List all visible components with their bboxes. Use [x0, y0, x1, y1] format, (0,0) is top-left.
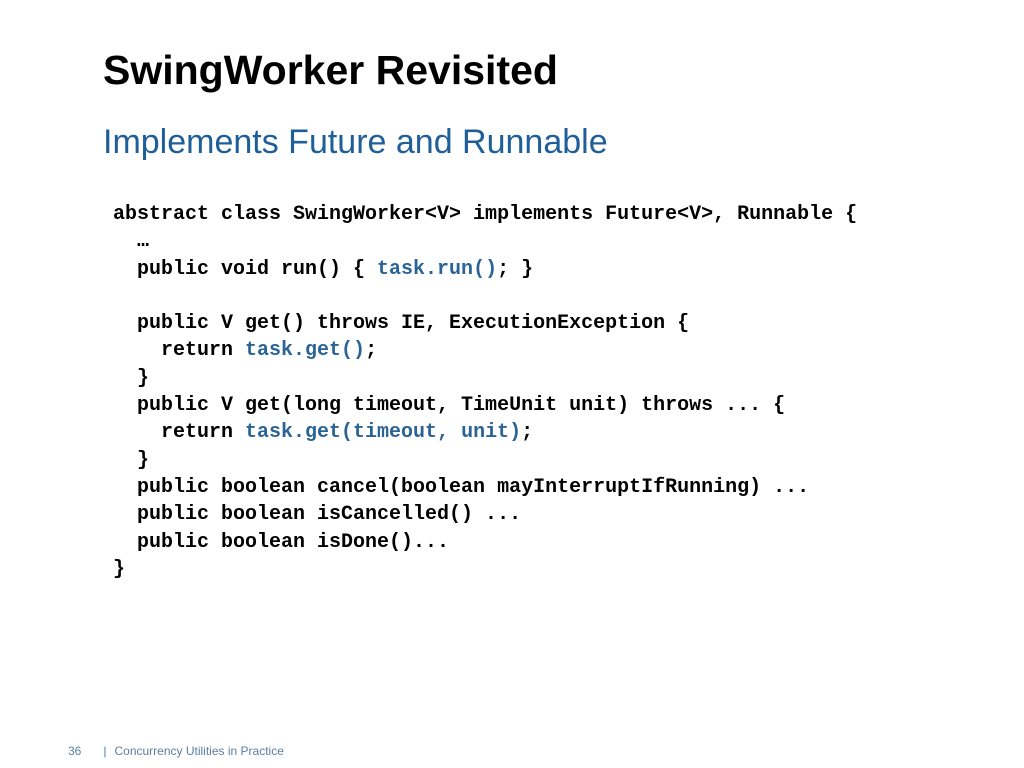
page-number: 36 [68, 744, 82, 758]
code-line: public boolean cancel(boolean mayInterru… [113, 474, 857, 501]
slide-subtitle: Implements Future and Runnable [103, 123, 608, 161]
code-text: return [113, 339, 246, 363]
footer: 36 | Concurrency Utilities in Practice [68, 743, 284, 759]
code-line: public boolean isDone()... [113, 529, 857, 556]
code-line: abstract class SwingWorker<V> implements… [113, 201, 857, 228]
code-text: abstract class SwingWorker<V> implements… [113, 203, 858, 226]
code-text: public boolean isDone()... [113, 530, 450, 554]
code-text: } [113, 557, 126, 581]
slide-title: SwingWorker Revisited [103, 47, 558, 93]
code-text: public boolean cancel(boolean mayInterru… [113, 475, 810, 499]
code-text: ; [365, 339, 378, 363]
code-text: public void run() { [113, 257, 378, 281]
code-highlight: task.get() [245, 339, 366, 363]
slide: SwingWorker Revisited Implements Future … [0, 0, 1024, 768]
code-text: } [113, 448, 150, 472]
code-block: abstract class SwingWorker<V> implements… [113, 201, 857, 583]
code-highlight: task.run() [377, 257, 498, 281]
code-line: public V get() throws IE, ExecutionExcep… [113, 310, 857, 337]
footer-separator: | [103, 744, 107, 758]
code-text: return [113, 421, 246, 445]
code-text: } [113, 366, 150, 390]
code-line: } [113, 365, 857, 392]
code-line: } [113, 447, 857, 474]
code-text: ; [521, 421, 534, 445]
footer-text: Concurrency Utilities in Practice [114, 744, 284, 758]
code-line: } [113, 556, 857, 583]
code-text: … [113, 230, 150, 254]
code-line: return task.get(timeout, unit); [113, 419, 857, 446]
code-line: public void run() { task.run(); } [113, 256, 857, 283]
code-text: public V get(long timeout, TimeUnit unit… [113, 394, 786, 418]
code-line: … [113, 228, 857, 255]
code-line: public V get(long timeout, TimeUnit unit… [113, 392, 857, 419]
code-text: public V get() throws IE, ExecutionExcep… [113, 312, 690, 336]
code-line: return task.get(); [113, 337, 857, 364]
code-highlight: task.get(timeout, unit) [245, 421, 522, 445]
code-line: public boolean isCancelled() ... [113, 501, 857, 528]
code-text: ; } [497, 257, 534, 281]
code-text: public boolean isCancelled() ... [113, 503, 522, 527]
